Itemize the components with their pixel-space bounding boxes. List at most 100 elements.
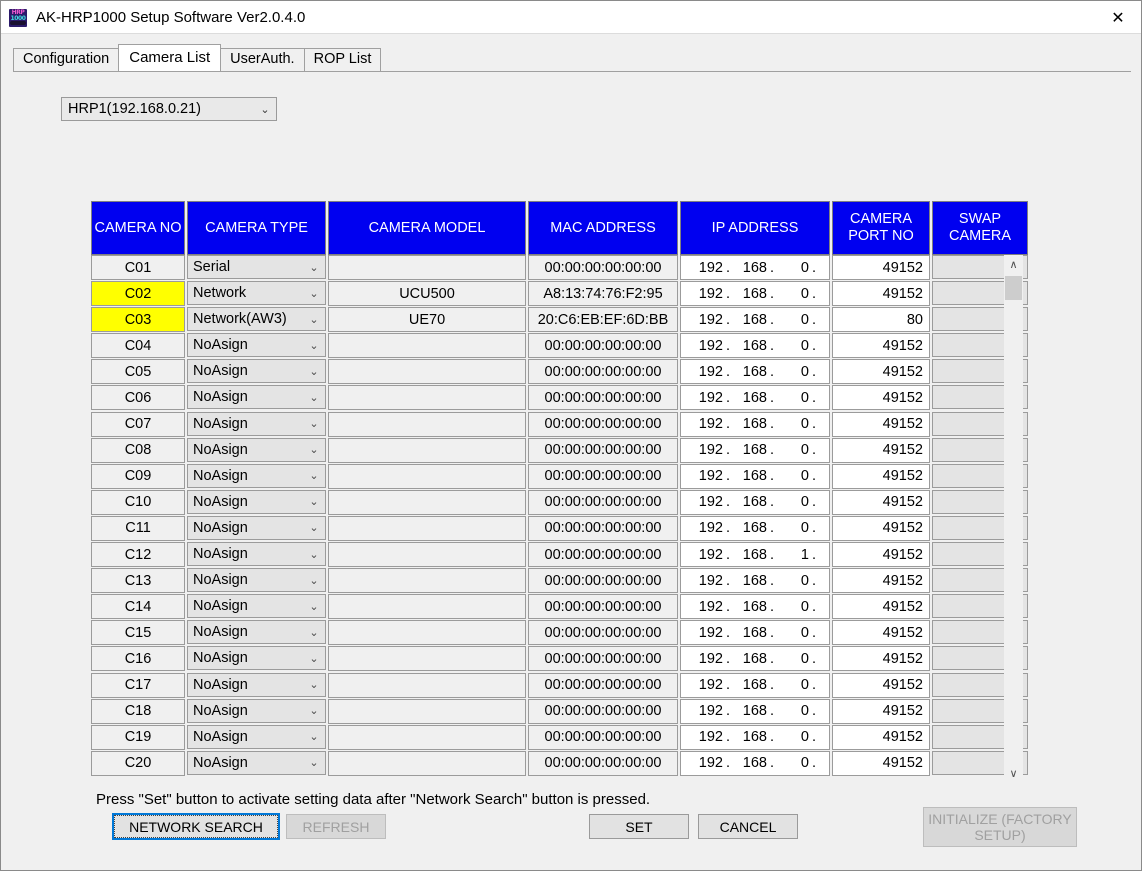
ip-octet-4: 39 <box>819 755 830 771</box>
chevron-down-icon: ⌄ <box>303 287 325 300</box>
ip-octet-2: 168 <box>733 494 767 510</box>
ip-octet-2: 168 <box>733 625 767 641</box>
camera-type-select[interactable]: NoAsign⌄ <box>187 333 326 357</box>
cell-camera-port-no[interactable]: 49152 <box>832 646 930 671</box>
chevron-down-icon: ⌄ <box>303 730 325 743</box>
cell-ip-address[interactable]: 192.168.0.34 <box>680 620 830 645</box>
close-icon[interactable]: ✕ <box>1095 1 1141 33</box>
cell-camera-port-no[interactable]: 49152 <box>832 516 930 541</box>
camera-type-select[interactable]: NoAsign⌄ <box>187 646 326 670</box>
cell-camera-port-no[interactable]: 49152 <box>832 464 930 489</box>
cell-camera-port-no[interactable]: 49152 <box>832 699 930 724</box>
table-row: C18NoAsign⌄00:00:00:00:00:00192.168.0.37… <box>91 699 1092 725</box>
table-vertical-scrollbar[interactable]: ∧ ∨ <box>1004 255 1023 783</box>
cell-camera-port-no[interactable]: 49152 <box>832 255 930 280</box>
cell-ip-address[interactable]: 192.168.0.27 <box>680 438 830 463</box>
cell-ip-address[interactable]: 192.168.0.11 <box>680 281 830 306</box>
device-select[interactable]: HRP1(192.168.0.21) ⌄ <box>61 97 277 121</box>
cell-camera-port-no[interactable]: 49152 <box>832 542 930 567</box>
camera-type-select[interactable]: NoAsign⌄ <box>187 542 326 566</box>
tab-userauth[interactable]: UserAuth. <box>220 48 304 71</box>
ip-octet-1: 192 <box>695 599 723 615</box>
cell-camera-port-no[interactable]: 49152 <box>832 751 930 776</box>
camera-type-select[interactable]: Network(AW3)⌄ <box>187 307 326 331</box>
ip-dot: . <box>767 729 777 745</box>
ip-dot: . <box>767 651 777 667</box>
cell-camera-port-no[interactable]: 80 <box>832 307 930 332</box>
cell-camera-port-no[interactable]: 49152 <box>832 359 930 384</box>
cell-ip-address[interactable]: 192.168.0.26 <box>680 412 830 437</box>
ip-dot: . <box>723 755 733 771</box>
cell-ip-address[interactable]: 192.168.0.32 <box>680 568 830 593</box>
tab-camera-list[interactable]: Camera List <box>118 44 221 71</box>
camera-type-select[interactable]: NoAsign⌄ <box>187 516 326 540</box>
cell-camera-port-no[interactable]: 49152 <box>832 281 930 306</box>
cancel-button[interactable]: CANCEL <box>698 814 798 839</box>
ip-dot: . <box>767 312 777 328</box>
tab-rop-list[interactable]: ROP List <box>304 48 382 71</box>
cell-mac-address: 00:00:00:00:00:00 <box>528 490 678 515</box>
camera-type-select[interactable]: NoAsign⌄ <box>187 673 326 697</box>
cell-camera-port-no[interactable]: 49152 <box>832 620 930 645</box>
cell-ip-address[interactable]: 192.168.0.12 <box>680 307 830 332</box>
camera-type-value: NoAsign <box>188 703 303 719</box>
camera-type-value: NoAsign <box>188 389 303 405</box>
camera-type-select[interactable]: NoAsign⌄ <box>187 594 326 618</box>
tab-configuration[interactable]: Configuration <box>13 48 119 71</box>
ip-octet-3: 0 <box>777 599 809 615</box>
camera-type-select[interactable]: NoAsign⌄ <box>187 464 326 488</box>
cell-ip-address[interactable]: 192.168.0.25 <box>680 385 830 410</box>
scroll-down-icon[interactable]: ∨ <box>1004 764 1023 783</box>
cell-camera-port-no[interactable]: 49152 <box>832 725 930 750</box>
cell-ip-address[interactable]: 192.168.0.38 <box>680 725 830 750</box>
cell-ip-address[interactable]: 192.168.0.35 <box>680 646 830 671</box>
cell-camera-port-no[interactable]: 49152 <box>832 385 930 410</box>
cell-camera-port-no[interactable]: 49152 <box>832 438 930 463</box>
cell-camera-no: C11 <box>91 516 185 541</box>
camera-type-select[interactable]: NoAsign⌄ <box>187 412 326 436</box>
cell-camera-port-no[interactable]: 49152 <box>832 568 930 593</box>
set-button[interactable]: SET <box>589 814 689 839</box>
cell-ip-address[interactable]: 192.168.0.33 <box>680 594 830 619</box>
cell-ip-address[interactable]: 192.168.0.27 <box>680 333 830 358</box>
cell-ip-address[interactable]: 192.168.0.39 <box>680 751 830 776</box>
camera-type-select[interactable]: NoAsign⌄ <box>187 359 326 383</box>
cell-camera-port-no[interactable]: 49152 <box>832 594 930 619</box>
cell-camera-port-no[interactable]: 49152 <box>832 673 930 698</box>
scroll-up-icon[interactable]: ∧ <box>1004 255 1023 274</box>
camera-type-value: Network(AW3) <box>188 311 303 327</box>
cell-ip-address[interactable]: 192.168.0.24 <box>680 359 830 384</box>
cell-ip-address[interactable]: 192.168.0.28 <box>680 464 830 489</box>
ip-dot: . <box>723 494 733 510</box>
cell-camera-model <box>328 255 526 280</box>
camera-type-select[interactable]: NoAsign⌄ <box>187 568 326 592</box>
camera-type-select[interactable]: NoAsign⌄ <box>187 490 326 514</box>
cell-ip-address[interactable]: 192.168.0.36 <box>680 673 830 698</box>
refresh-button[interactable]: REFRESH <box>286 814 386 839</box>
cell-ip-address[interactable]: 192.168.1.31 <box>680 542 830 567</box>
ip-dot: . <box>767 442 777 458</box>
camera-type-select[interactable]: NoAsign⌄ <box>187 438 326 462</box>
camera-type-select[interactable]: NoAsign⌄ <box>187 385 326 409</box>
initialize-factory-setup-button[interactable]: INITIALIZE (FACTORY SETUP) <box>923 807 1077 847</box>
cell-camera-port-no[interactable]: 49152 <box>832 412 930 437</box>
camera-type-select[interactable]: NoAsign⌄ <box>187 699 326 723</box>
cell-ip-address[interactable]: 192.168.0.31 <box>680 516 830 541</box>
cell-ip-address[interactable]: 192.168.0.13 <box>680 255 830 280</box>
network-search-button[interactable]: NETWORK SEARCH <box>112 813 280 840</box>
camera-type-select[interactable]: Network⌄ <box>187 281 326 305</box>
cell-camera-port-no[interactable]: 49152 <box>832 490 930 515</box>
cell-ip-address[interactable]: 192.168.0.29 <box>680 490 830 515</box>
scrollbar-thumb[interactable] <box>1005 276 1022 300</box>
camera-type-select[interactable]: Serial⌄ <box>187 255 326 279</box>
camera-type-select[interactable]: NoAsign⌄ <box>187 751 326 775</box>
column-header-mac-address: MAC ADDRESS <box>528 201 678 255</box>
cell-camera-port-no[interactable]: 49152 <box>832 333 930 358</box>
ip-octet-3: 0 <box>777 651 809 667</box>
camera-type-select[interactable]: NoAsign⌄ <box>187 620 326 644</box>
ip-octet-4: 37 <box>819 703 830 719</box>
ip-octet-4: 31 <box>819 520 830 536</box>
camera-type-value: NoAsign <box>188 677 303 693</box>
camera-type-select[interactable]: NoAsign⌄ <box>187 725 326 749</box>
cell-ip-address[interactable]: 192.168.0.37 <box>680 699 830 724</box>
